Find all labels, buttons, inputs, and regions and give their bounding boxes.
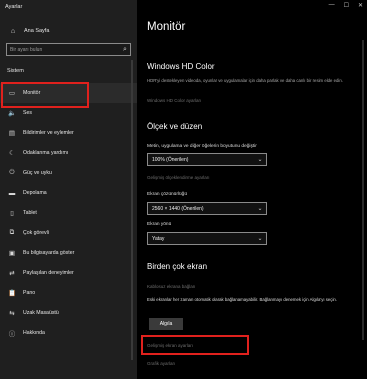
- power-icon: ⏻: [9, 169, 15, 176]
- shared-experiences-icon: ⇄: [9, 270, 15, 277]
- sidebar-item-about[interactable]: ⓘ Hakkında: [0, 323, 137, 343]
- project-icon: ▣: [8, 250, 16, 257]
- resolution-label: Ekran çözünürlüğü: [147, 192, 187, 197]
- minimize-button[interactable]: —: [329, 2, 335, 9]
- window-controls: — ☐ ✕: [329, 2, 363, 9]
- nav-list: ▭ Monitör 🔈 Ses ▤ Bildirimler ve eylemle…: [0, 83, 137, 343]
- sidebar-item-label: Güç ve uyku: [23, 170, 52, 176]
- clipboard-icon: 📋: [7, 290, 17, 297]
- text-size-label: Metin, uygulama ve diğer öğelerin boyutu…: [147, 144, 257, 149]
- sidebar-item-power[interactable]: ⏻ Güç ve uyku: [0, 163, 137, 183]
- notification-icon: ▤: [8, 130, 16, 137]
- chevron-down-icon: ⌄: [257, 206, 263, 212]
- storage-icon: ▬: [8, 189, 16, 197]
- search-icon[interactable]: ⌕: [120, 46, 130, 54]
- window-title: Ayarlar: [5, 4, 23, 10]
- sidebar-item-label: Çok görevli: [23, 230, 49, 236]
- chevron-down-icon: ⌄: [257, 157, 263, 163]
- moon-icon: ☾: [9, 150, 15, 157]
- speaker-icon: 🔈: [7, 110, 17, 117]
- tablet-icon: ▯: [10, 210, 14, 217]
- search-box[interactable]: Bir ayarı bulun ⌕: [6, 43, 131, 56]
- sidebar-item-projecting[interactable]: ▣ Bu bilgisayarda göster: [0, 243, 137, 263]
- highlight-box-advanced-display: [141, 335, 249, 355]
- navigation-pane: Ayarlar ⌂ Ana Sayfa Bir ayarı bulun ⌕ Si…: [0, 0, 137, 379]
- home-icon: ⌂: [10, 27, 16, 35]
- sidebar-item-label: Uzak Masaüstü: [23, 310, 59, 316]
- sidebar-item-storage[interactable]: ▬ Depolama: [0, 183, 137, 203]
- sidebar-item-shared-experiences[interactable]: ⇄ Paylaşılan deneyimler: [0, 263, 137, 283]
- sidebar-item-label: Ses: [23, 110, 32, 116]
- detect-button[interactable]: Algıla: [149, 318, 183, 330]
- sidebar-item-label: Odaklanma yardımı: [23, 150, 69, 156]
- orientation-label: Ekran yönü: [147, 222, 172, 227]
- remote-desktop-icon: ⇆: [9, 310, 15, 317]
- multiple-displays-heading: Birden çok ekran: [147, 262, 208, 271]
- sidebar-item-label: Bu bilgisayarda göster: [23, 250, 75, 256]
- sidebar-item-label: Pano: [23, 290, 36, 296]
- page-title: Monitör: [147, 21, 186, 33]
- resolution-dropdown[interactable]: 2560 × 1440 (Önerilen) ⌄: [147, 202, 267, 215]
- orientation-value: Yatay: [152, 235, 165, 242]
- settings-window: Ayarlar ⌂ Ana Sayfa Bir ayarı bulun ⌕ Si…: [0, 0, 367, 379]
- maximize-button[interactable]: ☐: [344, 2, 349, 9]
- sidebar-item-label: Bildirimler ve eylemler: [23, 130, 74, 136]
- sidebar-item-remote-desktop[interactable]: ⇆ Uzak Masaüstü: [0, 303, 137, 323]
- hd-color-description: HDR'yi destekleyen videoda, oyunlar ve u…: [147, 78, 343, 83]
- sidebar-item-notifications[interactable]: ▤ Bildirimler ve eylemler: [0, 123, 137, 143]
- content-pane: — ☐ ✕ Monitör Windows HD Color HDR'yi de…: [137, 0, 367, 379]
- text-size-value: 100% (Önerilen): [152, 156, 189, 163]
- nav-section-label: Sistem: [7, 68, 24, 74]
- sidebar-item-label: Paylaşılan deneyimler: [23, 270, 74, 276]
- multitasking-icon: ⧉: [9, 229, 15, 236]
- advanced-scaling-link[interactable]: Gelişmiş ölçeklendirme ayarları: [147, 175, 210, 180]
- nav-home-label: Ana Sayfa: [24, 28, 50, 34]
- wireless-display-link[interactable]: Kablosuz ekrana bağlan: [147, 284, 195, 289]
- content-scrollbar[interactable]: [362, 40, 364, 340]
- resolution-value: 2560 × 1440 (Önerilen): [152, 205, 204, 212]
- highlight-box-monitor: [1, 82, 89, 108]
- graphics-settings-link[interactable]: Grafik ayarları: [147, 361, 175, 366]
- sidebar-item-label: Tablet: [23, 210, 37, 216]
- hd-color-settings-link[interactable]: Windows HD Color ayarları: [147, 98, 201, 103]
- multiple-displays-description: Eski ekranlar her zaman otomatik olarak …: [147, 297, 337, 302]
- close-button[interactable]: ✕: [358, 2, 363, 9]
- sidebar-item-label: Depolama: [23, 190, 47, 196]
- orientation-dropdown[interactable]: Yatay ⌄: [147, 232, 267, 245]
- sidebar-item-focus-assist[interactable]: ☾ Odaklanma yardımı: [0, 143, 137, 163]
- sidebar-item-clipboard[interactable]: 📋 Pano: [0, 283, 137, 303]
- sidebar-item-tablet[interactable]: ▯ Tablet: [0, 203, 137, 223]
- nav-home[interactable]: ⌂ Ana Sayfa: [0, 24, 137, 38]
- info-icon: ⓘ: [8, 331, 16, 338]
- sidebar-item-label: Hakkında: [23, 330, 45, 336]
- sidebar-item-multitasking[interactable]: ⧉ Çok görevli: [0, 223, 137, 243]
- hd-color-heading: Windows HD Color: [147, 62, 215, 71]
- sidebar-scrollbar[interactable]: [131, 60, 133, 360]
- search-input[interactable]: Bir ayarı bulun: [7, 47, 120, 53]
- text-size-dropdown[interactable]: 100% (Önerilen) ⌄: [147, 153, 267, 166]
- scale-layout-heading: Ölçek ve düzen: [147, 122, 203, 131]
- chevron-down-icon: ⌄: [257, 236, 263, 242]
